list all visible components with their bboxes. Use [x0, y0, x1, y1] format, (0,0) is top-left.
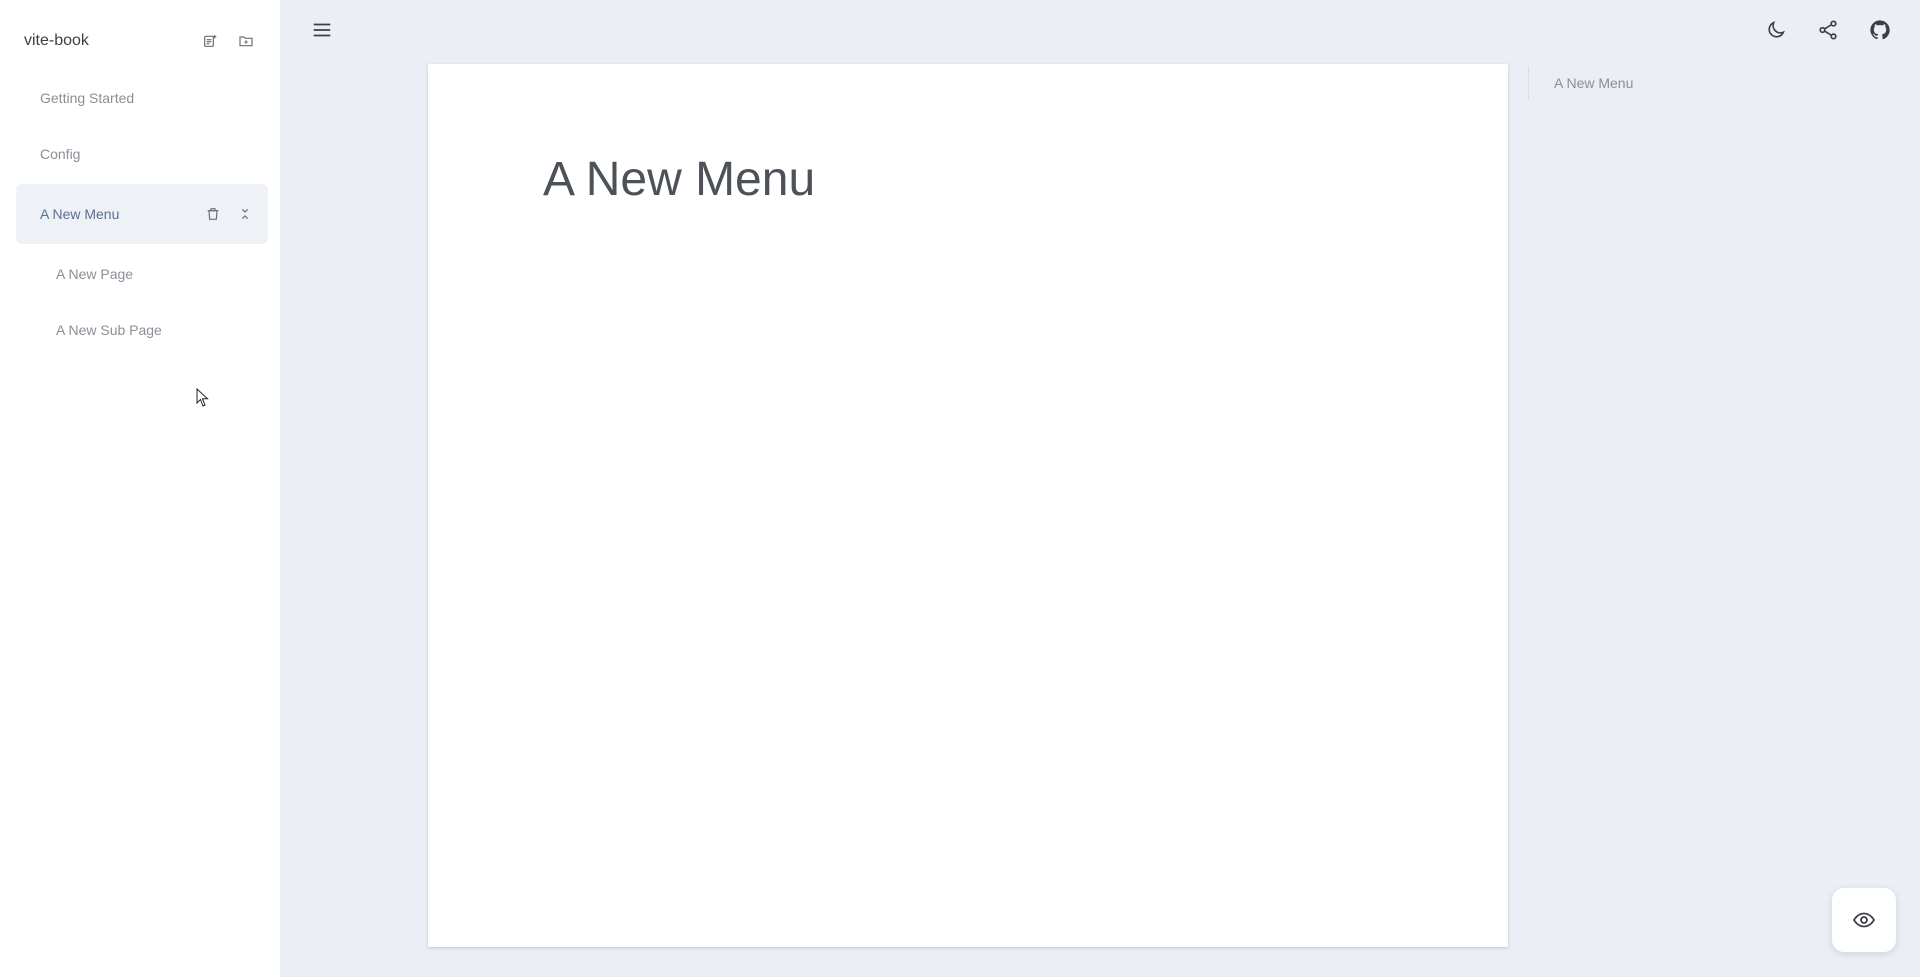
- add-page-icon[interactable]: [200, 31, 220, 51]
- sidebar-item-a-new-menu[interactable]: A New Menu: [16, 184, 268, 244]
- sidebar-item-label: A New Menu: [40, 206, 120, 222]
- mouse-cursor-icon: [196, 388, 209, 407]
- sidebar-nav: Getting Started Config A New Menu A New …: [16, 70, 268, 358]
- app: vite-book Getting Started Config A New M…: [0, 0, 1920, 977]
- github-icon[interactable]: [1866, 16, 1894, 44]
- sidebar-item-config[interactable]: Config: [16, 126, 268, 182]
- sidebar-item-a-new-page[interactable]: A New Page: [16, 246, 268, 302]
- moon-icon[interactable]: [1762, 16, 1790, 44]
- table-of-contents: A New Menu: [1528, 66, 1633, 100]
- collapse-icon[interactable]: [236, 205, 254, 223]
- sidebar-item-getting-started[interactable]: Getting Started: [16, 70, 268, 126]
- toc-item[interactable]: A New Menu: [1554, 75, 1633, 91]
- eye-icon: [1852, 908, 1876, 932]
- menu-icon[interactable]: [310, 18, 334, 42]
- sidebar: vite-book Getting Started Config A New M…: [0, 0, 280, 977]
- add-folder-icon[interactable]: [236, 31, 256, 51]
- preview-button[interactable]: [1832, 888, 1896, 952]
- share-icon[interactable]: [1814, 16, 1842, 44]
- sidebar-item-label: Config: [40, 146, 81, 162]
- app-title: vite-book: [24, 32, 89, 49]
- sidebar-item-label: A New Sub Page: [56, 322, 162, 338]
- topbar: [280, 0, 1920, 60]
- page-title: A New Menu: [543, 153, 816, 206]
- sidebar-item-label: A New Page: [56, 266, 134, 282]
- sidebar-item-actions: [204, 205, 254, 223]
- content-page: A New Menu: [428, 64, 1508, 947]
- trash-icon[interactable]: [204, 205, 222, 223]
- sidebar-item-a-new-sub-page[interactable]: A New Sub Page: [16, 302, 268, 358]
- sidebar-item-label: Getting Started: [40, 90, 135, 106]
